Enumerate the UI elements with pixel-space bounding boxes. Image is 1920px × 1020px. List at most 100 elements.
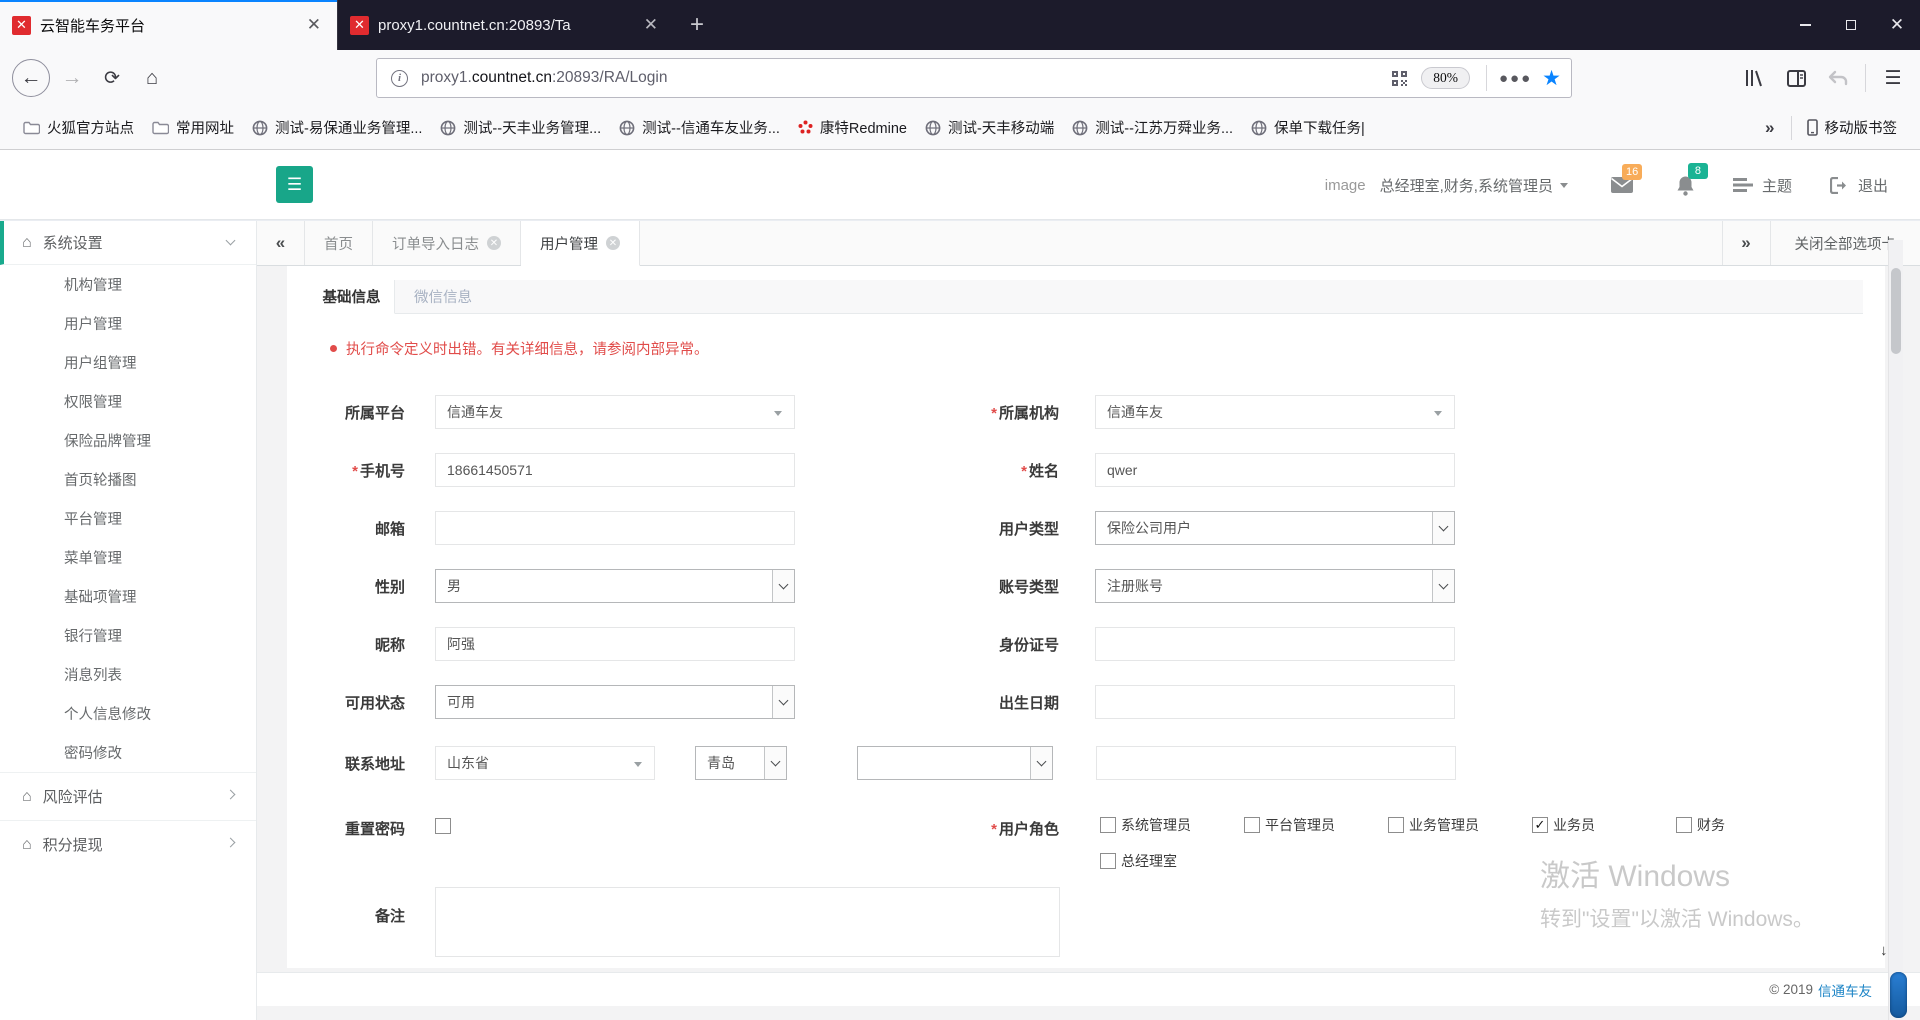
close-tab-icon[interactable]: ✕	[606, 236, 620, 250]
new-tab-button[interactable]: +	[674, 0, 720, 50]
brand-link[interactable]: 信通车友	[1818, 980, 1872, 1000]
close-button[interactable]: ✕	[1874, 0, 1920, 50]
checkbox-checked[interactable]	[1532, 817, 1548, 833]
sidebar-item-insurance-brand[interactable]: 保险品牌管理	[0, 421, 256, 460]
zoom-level-badge[interactable]: 80%	[1421, 67, 1470, 89]
browser-tab-active[interactable]: ✕ 云智能车务平台 ✕	[0, 0, 337, 50]
bookmark-item[interactable]: 测试--江苏万舜业务...	[1063, 117, 1242, 138]
nickname-input[interactable]	[435, 627, 795, 661]
sidebar-item-home-carousel[interactable]: 首页轮播图	[0, 460, 256, 499]
remark-textarea[interactable]	[435, 887, 1060, 957]
role-gm-office[interactable]: 总经理室	[1095, 851, 1239, 871]
user-type-select[interactable]: 保险公司用户	[1095, 511, 1455, 545]
sidebar-item-message-list[interactable]: 消息列表	[0, 655, 256, 694]
sidebar-item-platform-mgmt[interactable]: 平台管理	[0, 499, 256, 538]
bookmarks-overflow-icon[interactable]: »	[1755, 118, 1784, 138]
id-number-input[interactable]	[1095, 627, 1455, 661]
sidebar-item-usergroup-mgmt[interactable]: 用户组管理	[0, 343, 256, 382]
undo-icon[interactable]	[1817, 70, 1859, 86]
tabs-scroll-right-icon[interactable]: »	[1721, 221, 1770, 265]
reset-password-checkbox[interactable]	[435, 818, 451, 834]
browser-tab-inactive[interactable]: ✕ proxy1.countnet.cn:20893/Ta ✕	[337, 0, 674, 50]
org-dropdown[interactable]: 信通车友	[1095, 395, 1455, 429]
sidebar-item-permission-mgmt[interactable]: 权限管理	[0, 382, 256, 421]
role-platform-admin[interactable]: 平台管理员	[1239, 815, 1383, 835]
vertical-scrollbar[interactable]	[1888, 240, 1903, 1020]
bookmark-item[interactable]: 测试--信通车友业务...	[610, 117, 789, 138]
sidebar-item-basic-items[interactable]: 基础项管理	[0, 577, 256, 616]
forward-button[interactable]: →	[52, 66, 92, 90]
sidebar-item-bank-mgmt[interactable]: 银行管理	[0, 616, 256, 655]
sidebar-item-org-mgmt[interactable]: 机构管理	[0, 265, 256, 304]
sidebar-item-user-mgmt[interactable]: 用户管理	[0, 304, 256, 343]
sidebar-section-points[interactable]: ⌂ 积分提现	[0, 820, 256, 868]
checkbox[interactable]	[1244, 817, 1260, 833]
qr-code-icon[interactable]	[1392, 70, 1408, 86]
user-roles-dropdown[interactable]: 总经理室,财务,系统管理员	[1380, 175, 1568, 196]
sidebar-section-system-settings[interactable]: ⌂ 系统设置	[0, 221, 256, 265]
checkbox[interactable]	[1100, 817, 1116, 833]
role-business-admin[interactable]: 业务管理员	[1383, 815, 1527, 835]
sidebar-collapse-button[interactable]: ☰	[276, 166, 313, 203]
sidebar-item-profile-edit[interactable]: 个人信息修改	[0, 694, 256, 733]
page-actions-icon[interactable]: ●●●	[1499, 70, 1532, 87]
email-input[interactable]	[435, 511, 795, 545]
mobile-input[interactable]	[435, 453, 795, 487]
bookmark-folder[interactable]: 火狐官方站点	[14, 117, 143, 138]
url-text[interactable]: proxy1.countnet.cn:20893/RA/Login	[421, 69, 667, 87]
bookmark-item[interactable]: 康特Redmine	[789, 117, 916, 138]
checkbox[interactable]	[1100, 853, 1116, 869]
gender-select[interactable]: 男	[435, 569, 795, 603]
tab-wechat-info[interactable]: 微信信息	[395, 280, 491, 313]
reload-button[interactable]: ⟳	[92, 67, 132, 90]
scrollbar-thumb[interactable]	[1891, 268, 1901, 354]
checkbox[interactable]	[1676, 817, 1692, 833]
sidebar-toggle-icon[interactable]	[1775, 69, 1817, 87]
main-area: « 首页 订单导入日志 ✕ 用户管理 ✕ » 关闭全部选项卡 基础信息 微信信息 执…	[257, 221, 1920, 1020]
minimize-button[interactable]	[1782, 0, 1828, 50]
checkbox[interactable]	[1388, 817, 1404, 833]
role-sys-admin[interactable]: 系统管理员	[1095, 815, 1239, 835]
bookmark-folder[interactable]: 常用网址	[143, 117, 243, 138]
browser-menu-icon[interactable]: ☰	[1872, 67, 1914, 90]
close-tab-icon[interactable]: ✕	[487, 236, 501, 250]
birth-date-input[interactable]	[1095, 685, 1455, 719]
city-select[interactable]: 青岛	[695, 746, 787, 780]
home-button[interactable]: ⌂	[132, 67, 172, 90]
maximize-button[interactable]	[1828, 0, 1874, 50]
bookmark-item[interactable]: 保单下载任务|	[1242, 117, 1374, 138]
status-select[interactable]: 可用	[435, 685, 795, 719]
sidebar-item-password-edit[interactable]: 密码修改	[0, 733, 256, 772]
bookmark-item[interactable]: 测试-易保通业务管理...	[243, 117, 431, 138]
mobile-bookmarks[interactable]: 移动版书签	[1798, 117, 1907, 138]
sidebar-section-risk[interactable]: ⌂ 风险评估	[0, 772, 256, 820]
messages-button[interactable]: 16	[1610, 164, 1643, 194]
url-bar[interactable]: i proxy1.countnet.cn:20893/RA/Login 80% …	[376, 58, 1572, 98]
tab-close-icon[interactable]: ✕	[640, 15, 662, 35]
page-tab-home[interactable]: 首页	[305, 221, 373, 265]
name-input[interactable]	[1095, 453, 1455, 487]
logout-button[interactable]: 退出	[1829, 175, 1888, 196]
site-info-icon[interactable]: i	[391, 69, 408, 87]
theme-button[interactable]: 主题	[1732, 175, 1792, 196]
district-select[interactable]	[857, 746, 1053, 780]
bookmarks-bar: 火狐官方站点 常用网址 测试-易保通业务管理... 测试--天丰业务管理... …	[0, 106, 1920, 150]
bookmark-star-icon[interactable]: ★	[1542, 66, 1561, 91]
page-tab-user-mgmt[interactable]: 用户管理 ✕	[521, 221, 640, 266]
bookmark-item[interactable]: 测试--天丰业务管理...	[431, 117, 610, 138]
page-tab-order-log[interactable]: 订单导入日志 ✕	[373, 221, 521, 265]
province-dropdown[interactable]: 山东省	[435, 746, 655, 780]
sidebar-item-menu-mgmt[interactable]: 菜单管理	[0, 538, 256, 577]
role-finance[interactable]: 财务	[1671, 815, 1815, 835]
notifications-button[interactable]: 8	[1676, 162, 1708, 196]
account-type-select[interactable]: 注册账号	[1095, 569, 1455, 603]
role-salesman[interactable]: 业务员	[1527, 815, 1671, 835]
tab-close-icon[interactable]: ✕	[303, 15, 325, 35]
tab-basic-info[interactable]: 基础信息	[309, 280, 395, 314]
library-icon[interactable]	[1733, 69, 1775, 87]
tabs-scroll-left-icon[interactable]: «	[257, 221, 305, 265]
back-button[interactable]: ←	[12, 59, 50, 97]
platform-dropdown[interactable]: 信通车友	[435, 395, 795, 429]
address-detail-input[interactable]	[1096, 746, 1456, 780]
bookmark-item[interactable]: 测试-天丰移动端	[916, 117, 1063, 138]
